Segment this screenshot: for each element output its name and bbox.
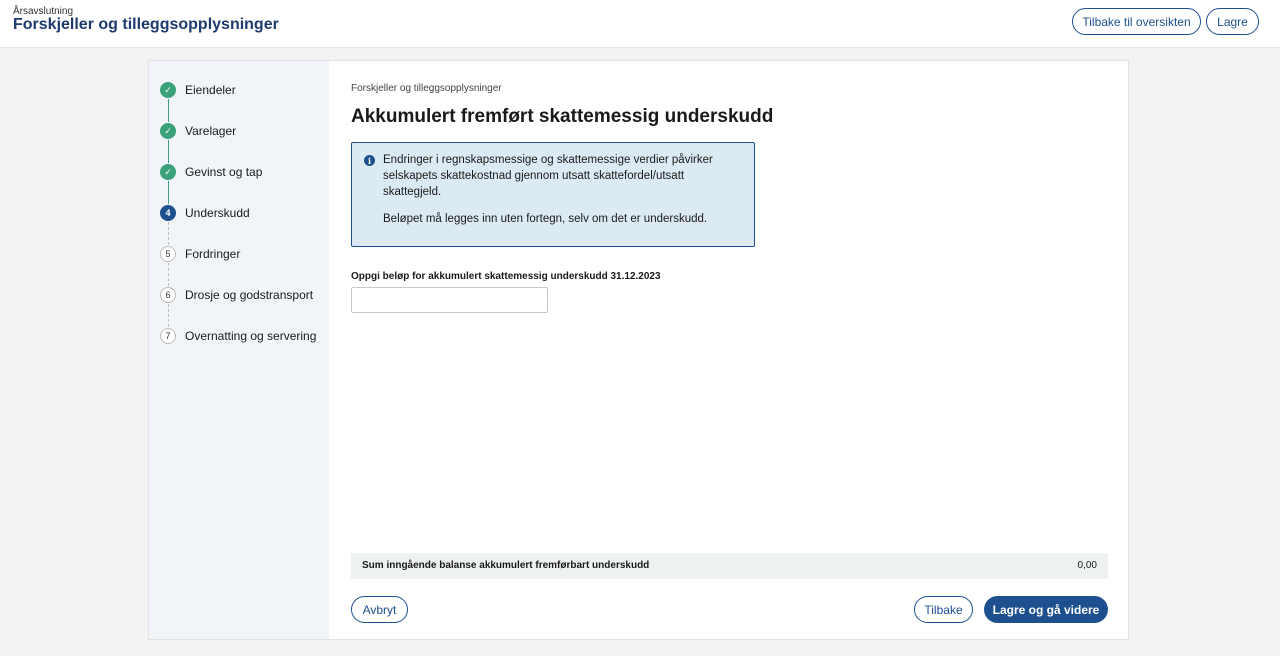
info-text: Endringer i regnskapsmessige og skatteme… (383, 154, 713, 198)
step-label: Overnatting og servering (185, 329, 317, 343)
step-underskudd[interactable]: 4 Underskudd (160, 204, 250, 222)
main-card: ✓ Eiendeler ✓ Varelager ✓ Gevinst og tap… (148, 60, 1129, 640)
sum-row: Sum inngående balanse akkumulert fremfør… (351, 553, 1108, 579)
info-box: i Endringer i regnskapsmessige og skatte… (351, 142, 755, 247)
step-connector (168, 181, 169, 204)
step-number: 4 (160, 205, 176, 221)
step-label: Drosje og godstransport (185, 288, 314, 302)
cancel-button[interactable]: Avbryt (351, 596, 408, 623)
step-connector (168, 99, 169, 122)
step-label: Varelager (185, 124, 237, 138)
step-label: Gevinst og tap (185, 165, 263, 179)
back-to-overview-button[interactable]: Tilbake til oversikten (1072, 8, 1201, 35)
step-connector (168, 222, 169, 245)
content-breadcrumb: Forskjeller og tilleggsopplysninger (351, 83, 502, 94)
top-bar: Årsavslutning Forskjeller og tilleggsopp… (0, 0, 1280, 48)
save-and-continue-button[interactable]: Lagre og gå videre (984, 596, 1108, 623)
step-gevinst-og-tap[interactable]: ✓ Gevinst og tap (160, 163, 262, 181)
step-number: 5 (160, 246, 176, 262)
step-number: 7 (160, 328, 176, 344)
step-label: Eiendeler (185, 83, 236, 97)
step-fordringer[interactable]: 5 Fordringer (160, 245, 240, 263)
step-drosje-og-godstransport[interactable]: 6 Drosje og godstransport (160, 286, 313, 304)
amount-input[interactable] (351, 287, 548, 313)
step-connector (168, 263, 169, 286)
sum-value: 0,00 (1077, 560, 1097, 571)
content-title: Akkumulert fremført skattemessig undersk… (351, 106, 774, 127)
checkmark-icon: ✓ (160, 123, 176, 139)
step-sidebar: ✓ Eiendeler ✓ Varelager ✓ Gevinst og tap… (149, 61, 329, 639)
step-label: Underskudd (185, 206, 250, 220)
info-note: Beløpet må legges inn uten fortegn, selv… (383, 213, 708, 225)
checkmark-icon: ✓ (160, 82, 176, 98)
info-icon: i (364, 155, 375, 166)
amount-field-label: Oppgi beløp for akkumulert skattemessig … (351, 271, 661, 282)
step-eiendeler[interactable]: ✓ Eiendeler (160, 81, 236, 99)
back-button[interactable]: Tilbake (914, 596, 973, 623)
sum-label: Sum inngående balanse akkumulert fremfør… (362, 560, 650, 571)
step-connector (168, 140, 169, 163)
page-title: Forskjeller og tilleggsopplysninger (13, 16, 279, 33)
save-button[interactable]: Lagre (1206, 8, 1259, 35)
step-varelager[interactable]: ✓ Varelager (160, 122, 236, 140)
step-number: 6 (160, 287, 176, 303)
checkmark-icon: ✓ (160, 164, 176, 180)
step-overnatting-og-servering[interactable]: 7 Overnatting og servering (160, 327, 316, 345)
step-label: Fordringer (185, 247, 241, 261)
step-connector (168, 304, 169, 327)
